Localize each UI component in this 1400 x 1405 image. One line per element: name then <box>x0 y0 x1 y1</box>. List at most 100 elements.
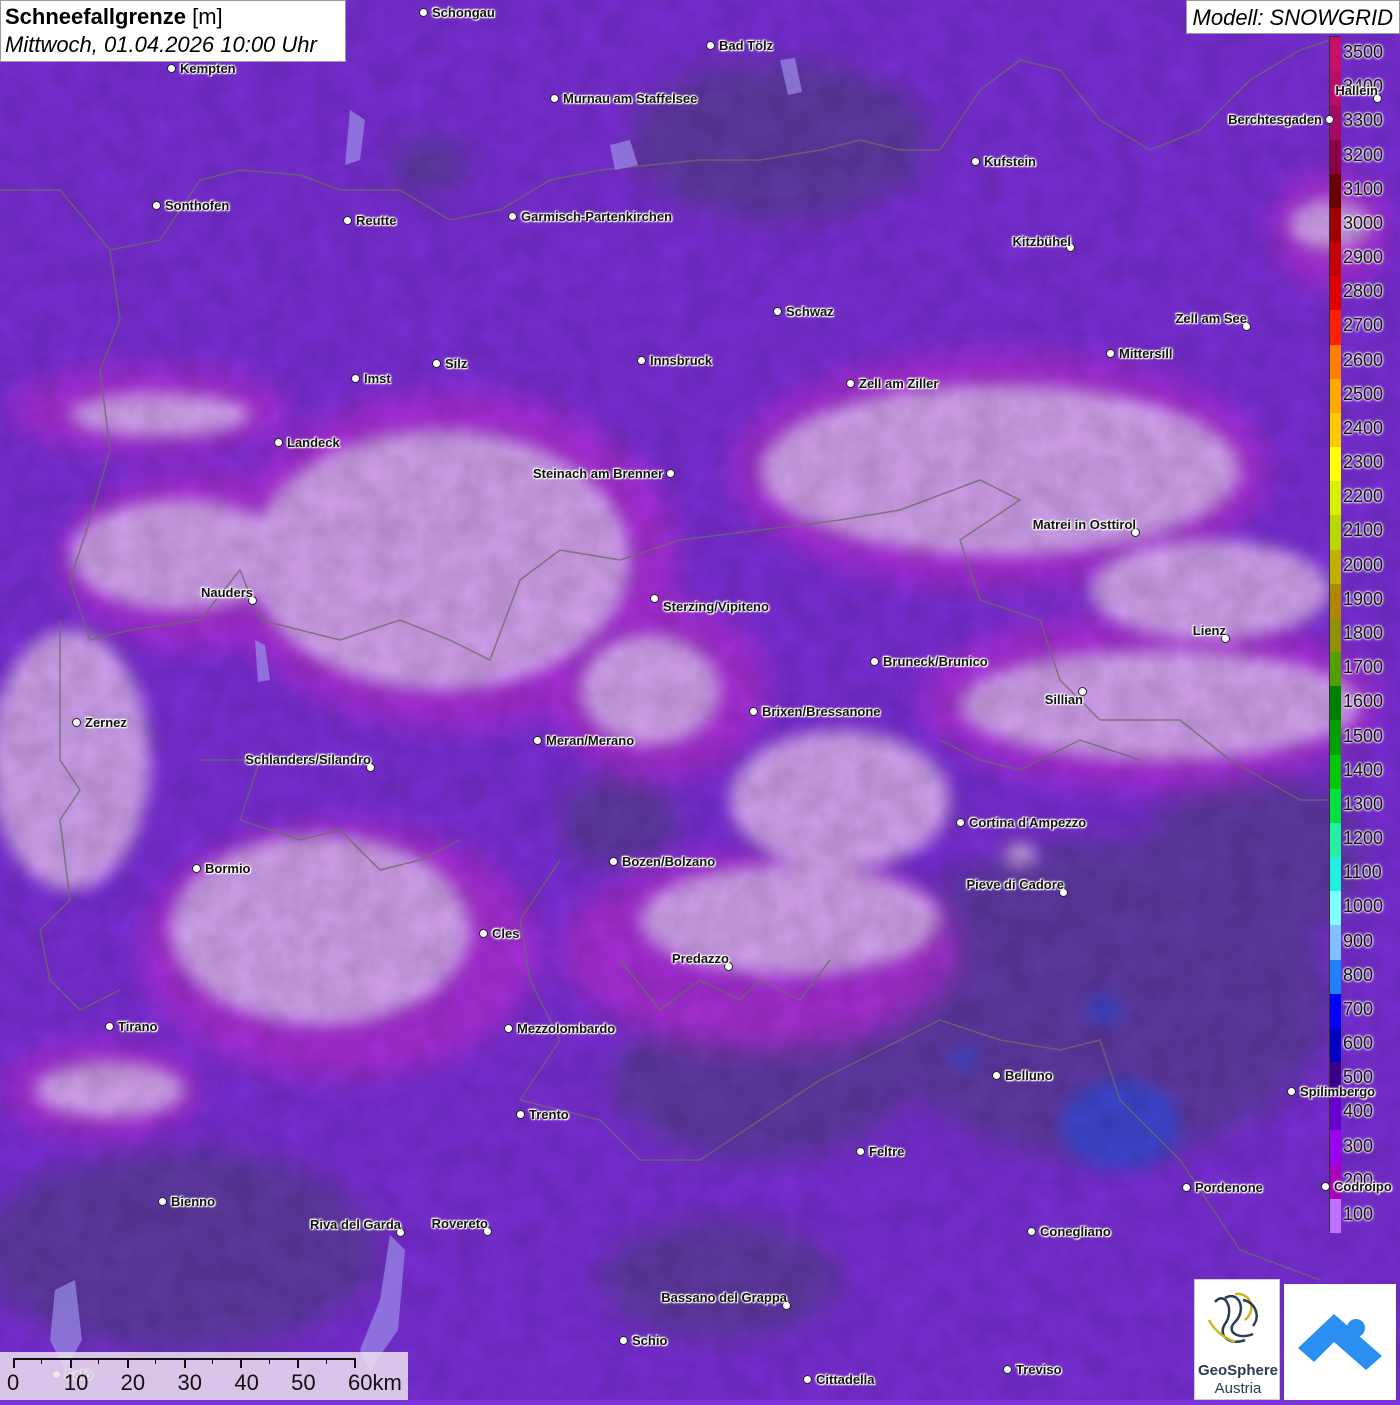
legend-swatch <box>1330 686 1341 721</box>
legend-label: 3100 <box>1343 178 1384 199</box>
scale-label: 50 <box>291 1370 316 1395</box>
map-timestamp: Mittwoch, 01.04.2026 10:00 Uhr <box>5 32 317 57</box>
city-marker[interactable] <box>419 8 428 17</box>
city-marker[interactable] <box>351 374 360 383</box>
snow-app-logo[interactable] <box>1284 1284 1396 1400</box>
legend-label: 1800 <box>1343 623 1384 643</box>
city-marker[interactable] <box>343 216 352 225</box>
legend-label: 1200 <box>1343 828 1384 849</box>
legend-swatch <box>1330 891 1341 926</box>
city-marker[interactable] <box>1287 1087 1296 1096</box>
city-marker[interactable] <box>158 1197 167 1206</box>
city-marker[interactable] <box>533 736 542 745</box>
legend-label: 300 <box>1343 1135 1374 1156</box>
scale-tick <box>98 1358 100 1364</box>
legend-swatch <box>1330 481 1341 516</box>
legend-swatch <box>1330 549 1341 585</box>
legend-label: 2000 <box>1343 554 1384 575</box>
city-marker[interactable] <box>105 1022 114 1031</box>
city-marker[interactable] <box>1321 1182 1330 1191</box>
city-marker[interactable] <box>971 157 980 166</box>
city-label: Schlanders/Silandro <box>245 752 371 767</box>
city-label: Cortina d'Ampezzo <box>969 815 1087 830</box>
legend-swatch <box>1330 1027 1341 1063</box>
city-marker[interactable] <box>550 94 559 103</box>
legend-label: 2900 <box>1343 247 1384 268</box>
city-marker[interactable] <box>992 1071 1001 1080</box>
city-marker[interactable] <box>666 469 675 478</box>
city-marker[interactable] <box>773 307 782 316</box>
legend-label: 100 <box>1343 1203 1374 1224</box>
title-box: Schneefallgrenze [m] Mittwoch, 01.04.202… <box>0 0 346 62</box>
city-marker[interactable] <box>479 929 488 938</box>
legend-swatch <box>1330 344 1341 380</box>
city-marker[interactable] <box>1325 115 1334 124</box>
city-marker[interactable] <box>803 1375 812 1384</box>
legend-label: 2200 <box>1343 486 1384 507</box>
city-marker[interactable] <box>637 356 646 365</box>
city-label: Mittersill <box>1119 346 1173 361</box>
scale-tick <box>13 1358 15 1368</box>
city-marker[interactable] <box>508 212 517 221</box>
scale-label: 10 <box>63 1370 89 1395</box>
legend-label: 3000 <box>1343 212 1384 233</box>
city-label: Reutte <box>356 213 397 228</box>
legend-label: 1300 <box>1343 793 1384 814</box>
city-label: Bormio <box>205 861 251 876</box>
city-marker[interactable] <box>856 1147 865 1156</box>
city-marker[interactable] <box>192 864 201 873</box>
city-marker[interactable] <box>619 1336 628 1345</box>
city-label: Sillian <box>1044 692 1083 707</box>
city-label: Kufstein <box>984 154 1036 169</box>
city-marker[interactable] <box>1003 1365 1012 1374</box>
legend-swatch <box>1330 139 1341 175</box>
city-marker[interactable] <box>706 41 715 50</box>
scale-tick <box>297 1358 300 1368</box>
legend-swatch <box>1330 754 1341 790</box>
city-label: Imst <box>364 371 391 386</box>
city-marker[interactable] <box>274 438 283 447</box>
city-label: Schongau <box>432 5 495 20</box>
city-label: Bruneck/Brunico <box>883 654 988 669</box>
city-label: Matrei in Osttirol <box>1032 517 1136 532</box>
legend-label: 1600 <box>1343 691 1384 712</box>
city-marker[interactable] <box>1027 1227 1036 1236</box>
city-label: Predazzo <box>671 951 729 966</box>
city-label: Schio <box>632 1333 668 1348</box>
legend-swatch <box>1330 788 1341 824</box>
geosphere-emblem-icon <box>1207 1292 1258 1344</box>
city-marker[interactable] <box>504 1024 513 1033</box>
city-label: Brixen/Bressanone <box>762 704 881 719</box>
city-label: Codroipo <box>1334 1179 1392 1194</box>
scale-tick <box>183 1358 186 1368</box>
city-marker[interactable] <box>1106 349 1115 358</box>
city-label: Sterzing/Vipiteno <box>663 599 769 614</box>
city-marker[interactable] <box>72 718 81 727</box>
city-marker[interactable] <box>870 657 879 666</box>
scale-tick <box>240 1358 243 1368</box>
city-marker[interactable] <box>167 64 176 73</box>
legend-swatch <box>1330 173 1341 209</box>
city-marker[interactable] <box>956 818 965 827</box>
scale-tick <box>69 1358 72 1368</box>
city-marker[interactable] <box>749 707 758 716</box>
city-label: Sonthofen <box>165 198 230 213</box>
city-marker[interactable] <box>1182 1183 1191 1192</box>
city-marker[interactable] <box>152 201 161 210</box>
city-marker[interactable] <box>516 1110 525 1119</box>
city-label: Cles <box>492 926 520 941</box>
city-label: Cittadella <box>816 1372 875 1387</box>
legend-label: 1400 <box>1343 759 1384 780</box>
map-title: Schneefallgrenze [m] <box>5 3 341 31</box>
city-label: Meran/Merano <box>546 733 635 748</box>
geosphere-logo[interactable]: GeoSphere Austria <box>1194 1279 1280 1400</box>
city-label: Treviso <box>1016 1362 1062 1377</box>
city-marker[interactable] <box>650 594 659 603</box>
city-label: Spilimbergo <box>1300 1084 1376 1099</box>
model-label: Modell: SNOWGRID <box>1185 0 1400 34</box>
legend-swatch <box>1330 925 1341 961</box>
city-marker[interactable] <box>846 379 855 388</box>
legend-swatch <box>1330 583 1341 619</box>
city-marker[interactable] <box>609 857 618 866</box>
city-marker[interactable] <box>432 359 441 368</box>
